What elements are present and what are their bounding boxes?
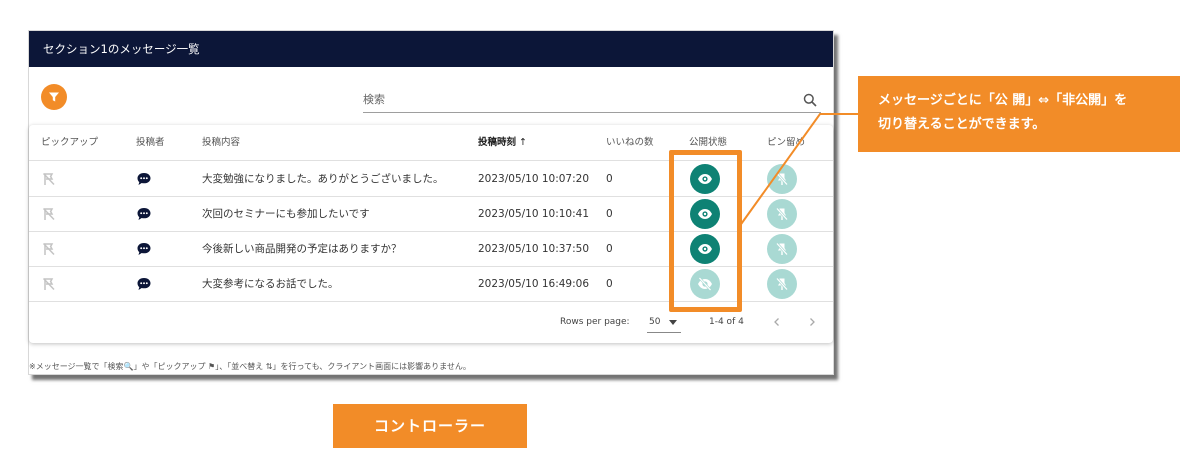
pickup-toggle[interactable]: [41, 276, 57, 292]
poster-indicator: [136, 171, 152, 187]
search-icon[interactable]: [803, 93, 817, 107]
poster-indicator: [136, 206, 152, 222]
rows-per-page-select[interactable]: 50: [647, 313, 681, 333]
header-datetime-label: 投稿時刻: [478, 137, 517, 148]
message-content: 大変勉強になりました。ありがとうございました。: [202, 173, 444, 185]
poster-indicator: [136, 241, 152, 257]
message-likes: 0: [606, 173, 613, 185]
header-pickup[interactable]: ピックアップ: [41, 125, 98, 161]
header-poster[interactable]: 投稿者: [136, 125, 165, 161]
chevron-right-icon: [810, 318, 815, 326]
chat-bubble-icon: [137, 208, 151, 220]
flag-off-icon: [42, 172, 55, 186]
rows-per-page-label: Rows per page:: [560, 317, 630, 327]
caret-down-icon: [669, 320, 677, 325]
header-pin[interactable]: ピン留め: [767, 125, 805, 161]
header-datetime[interactable]: 投稿時刻 ↑: [478, 125, 527, 161]
message-content: 次回のセミナーにも参加したいです: [202, 208, 370, 220]
next-page-button[interactable]: [802, 312, 822, 332]
controller-badge: コントローラー: [333, 404, 527, 448]
message-content: 今後新しい商品開発の予定はありますか？: [202, 243, 402, 255]
flag-off-icon: [42, 207, 55, 221]
message-likes: 0: [606, 243, 613, 255]
filter-icon: [49, 92, 59, 102]
message-datetime: 2023/05/10 10:10:41: [478, 208, 590, 220]
message-likes: 0: [606, 208, 613, 220]
filter-button[interactable]: [41, 84, 67, 110]
callout-line-1: メッセージごとに「公 開」⇔「非公開」を: [878, 93, 1128, 108]
chevron-left-icon: [774, 318, 779, 326]
pin-off-icon: [776, 277, 788, 291]
message-datetime: 2023/05/10 16:49:06: [478, 278, 590, 290]
header-likes[interactable]: いいねの数: [606, 125, 654, 161]
chat-bubble-icon: [137, 278, 151, 290]
message-content: 大変参考になるお話でした。: [202, 278, 339, 290]
pin-off-icon: [776, 207, 788, 221]
pickup-toggle[interactable]: [41, 206, 57, 222]
pickup-toggle[interactable]: [41, 241, 57, 257]
rows-per-page-value: 50: [649, 317, 661, 327]
visibility-highlight-frame: [669, 150, 742, 312]
poster-indicator: [136, 276, 152, 292]
chat-bubble-icon: [137, 243, 151, 255]
prev-page-button[interactable]: [767, 312, 787, 332]
pin-toggle-button[interactable]: [767, 269, 797, 299]
message-likes: 0: [606, 278, 613, 290]
flag-off-icon: [42, 277, 55, 291]
pickup-toggle[interactable]: [41, 171, 57, 187]
pin-toggle-button[interactable]: [767, 164, 797, 194]
search-input[interactable]: [363, 87, 783, 112]
message-datetime: 2023/05/10 10:37:50: [478, 243, 590, 255]
callout-line-2: 切り替えることができます。: [878, 117, 1046, 132]
flag-off-icon: [42, 242, 55, 256]
chat-bubble-icon: [137, 173, 151, 185]
sort-asc-icon: ↑: [519, 137, 527, 148]
header-content[interactable]: 投稿内容: [202, 125, 240, 161]
pin-off-icon: [776, 242, 788, 256]
pagination-range: 1-4 of 4: [709, 317, 744, 327]
pin-off-icon: [776, 172, 788, 186]
message-datetime: 2023/05/10 10:07:20: [478, 173, 590, 185]
footnote: ※メッセージ一覧で「検索🔍」や「ピックアップ ⚑」、「並べ替え ⇅」を行っても、…: [29, 362, 471, 371]
search-bar: [363, 87, 821, 113]
pin-toggle-button[interactable]: [767, 234, 797, 264]
pin-toggle-button[interactable]: [767, 199, 797, 229]
visibility-callout: メッセージごとに「公 開」⇔「非公開」を 切り替えることができます。: [858, 76, 1180, 152]
window-title: セクション1のメッセージ一覧: [29, 31, 833, 67]
